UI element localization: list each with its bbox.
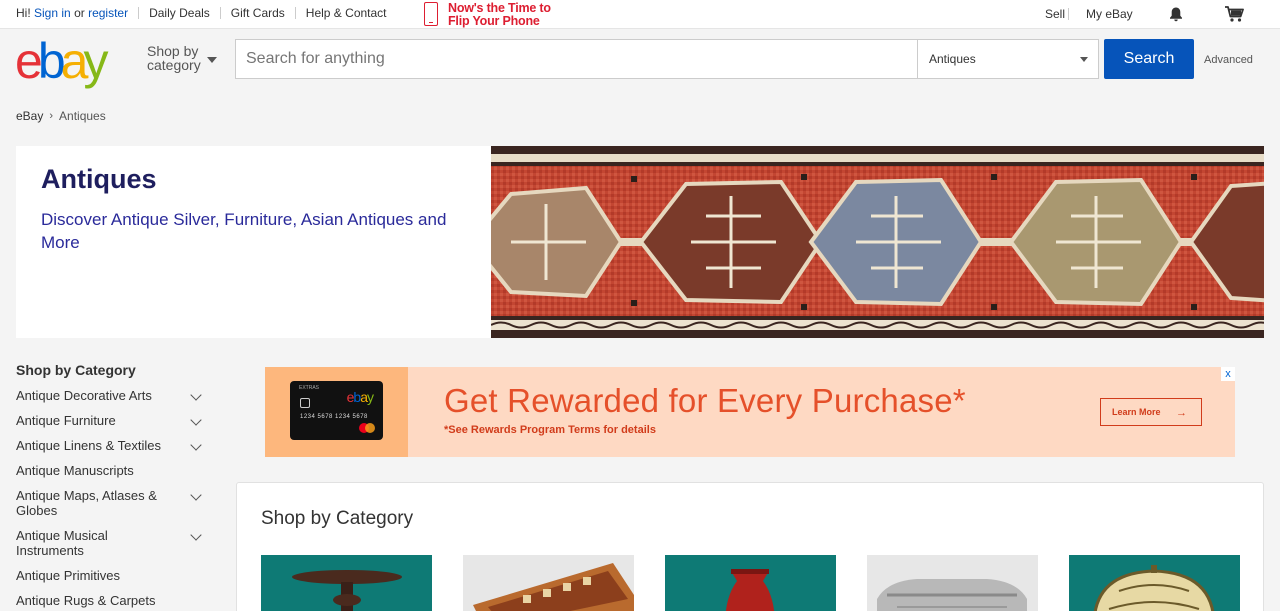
divider xyxy=(1068,8,1069,20)
page-title: Antiques xyxy=(41,164,157,194)
chevron-down-icon[interactable] xyxy=(190,439,202,451)
search-button[interactable]: Search xyxy=(1104,39,1194,79)
page-subtitle: Discover Antique Silver, Furniture, Asia… xyxy=(41,210,447,252)
header: ebay Shop by category Antiques Search Ad… xyxy=(0,28,1280,89)
sidebar-item-musical-instruments[interactable]: Antique Musical Instruments xyxy=(16,528,206,558)
chevron-down-icon[interactable] xyxy=(190,414,202,426)
advanced-search-link[interactable]: Advanced xyxy=(1204,54,1253,66)
category-tile-rugs-image[interactable] xyxy=(463,555,634,611)
sidebar-title: Shop by Category xyxy=(16,362,136,378)
shop-by-label-1: Shop by xyxy=(147,43,199,59)
shop-by-category-panel: Shop by Category xyxy=(236,482,1264,611)
ad-card-panel: EXTRAS ebay 1234 5678 1234 5678 xyxy=(265,367,408,457)
phone-icon xyxy=(424,2,438,26)
section-title: Shop by Category xyxy=(261,508,414,529)
cart-icon[interactable] xyxy=(1224,5,1244,23)
close-icon[interactable]: x xyxy=(1221,367,1235,381)
or-text: or xyxy=(74,6,85,20)
sell-link[interactable]: Sell xyxy=(1045,7,1065,21)
sidebar-item-label: Antique Primitives xyxy=(16,568,121,583)
top-bar-left: Hi! Sign in or register Daily Deals Gift… xyxy=(16,6,387,20)
learn-more-button[interactable]: Learn More → xyxy=(1100,398,1202,426)
sidebar-item-label: Antique Rugs & Carpets xyxy=(16,593,156,608)
help-contact-link[interactable]: Help & Contact xyxy=(306,6,387,20)
dropdown-caret-icon xyxy=(1080,57,1088,62)
mastercard-icon xyxy=(359,423,375,433)
learn-more-label: Learn More xyxy=(1112,407,1161,417)
arrow-right-icon: → xyxy=(1176,407,1187,419)
sidebar-item-label: Antique Maps, Atlases & Globes xyxy=(16,488,157,518)
chevron-down-icon[interactable] xyxy=(190,529,202,541)
sidebar-item-linens-textiles[interactable]: Antique Linens & Textiles xyxy=(16,438,206,453)
sidebar-item-rugs-carpets[interactable]: Antique Rugs & Carpets xyxy=(16,593,206,608)
divider xyxy=(294,7,296,19)
divider xyxy=(219,7,221,19)
chevron-down-icon[interactable] xyxy=(190,389,202,401)
greeting-text: Hi! xyxy=(16,6,31,20)
category-tile-furniture-image[interactable] xyxy=(261,555,432,611)
ad-terms[interactable]: *See Rewards Program Terms for details xyxy=(444,424,656,436)
card-number-text: 1234 5678 1234 5678 xyxy=(300,414,368,420)
sidebar-item-label: Antique Decorative Arts xyxy=(16,388,152,403)
category-tile-lamps-image[interactable] xyxy=(1069,555,1240,611)
sidebar-item-maps-atlases-globes[interactable]: Antique Maps, Atlases & Globes xyxy=(16,488,206,518)
sidebar-item-furniture[interactable]: Antique Furniture xyxy=(16,413,206,428)
breadcrumb: eBay › Antiques xyxy=(16,109,106,123)
sidebar-item-primitives[interactable]: Antique Primitives xyxy=(16,568,206,583)
flip-phone-promo[interactable]: Now's the Time to Flip Your Phone xyxy=(424,2,551,28)
antique-rug-image xyxy=(491,146,1264,338)
category-tile-asian-antiques-image[interactable] xyxy=(665,555,836,611)
shop-by-category-button[interactable]: Shop by category xyxy=(147,44,201,72)
ad-headline: Get Rewarded for Every Purchase* xyxy=(444,382,966,419)
gift-cards-link[interactable]: Gift Cards xyxy=(231,6,285,20)
card-extras-text: EXTRAS xyxy=(299,385,320,391)
category-tile-silver-image[interactable] xyxy=(867,555,1038,611)
category-selected-value: Antiques xyxy=(929,52,976,66)
sidebar-item-label: Antique Manuscripts xyxy=(16,463,134,478)
my-ebay-link[interactable]: My eBay xyxy=(1086,7,1133,21)
breadcrumb-chevron-icon: › xyxy=(49,110,54,122)
promo-text: Now's the Time to Flip Your Phone xyxy=(448,2,551,28)
card-ebay-logo: ebay xyxy=(346,389,374,405)
ebay-credit-card-image: EXTRAS ebay 1234 5678 1234 5678 xyxy=(290,381,383,440)
sidebar-item-manuscripts[interactable]: Antique Manuscripts xyxy=(16,463,206,478)
search-input[interactable] xyxy=(236,40,917,78)
register-link[interactable]: register xyxy=(88,6,128,20)
chevron-down-icon[interactable] xyxy=(207,57,217,63)
sidebar-item-label: Antique Linens & Textiles xyxy=(16,438,162,453)
divider xyxy=(138,7,140,19)
promo-line-2: Flip Your Phone xyxy=(448,14,540,28)
category-hero-banner: Antiques Discover Antique Silver, Furnit… xyxy=(16,146,1264,338)
sidebar-item-label: Antique Musical Instruments xyxy=(16,528,108,558)
chevron-down-icon[interactable] xyxy=(190,489,202,501)
breadcrumb-current: Antiques xyxy=(59,109,106,123)
sign-in-link[interactable]: Sign in xyxy=(34,6,71,20)
notification-bell-icon[interactable] xyxy=(1168,6,1184,22)
rewards-ad-banner[interactable]: EXTRAS ebay 1234 5678 1234 5678 Get Rewa… xyxy=(265,367,1235,457)
card-chip-icon xyxy=(300,398,310,408)
category-select[interactable]: Antiques xyxy=(917,40,1098,78)
breadcrumb-root[interactable]: eBay xyxy=(16,109,43,123)
shop-by-label-2: category xyxy=(147,57,201,73)
sidebar-item-label: Antique Furniture xyxy=(16,413,116,428)
daily-deals-link[interactable]: Daily Deals xyxy=(149,6,210,20)
top-bar: Hi! Sign in or register Daily Deals Gift… xyxy=(0,0,1280,28)
sidebar-item-decorative-arts[interactable]: Antique Decorative Arts xyxy=(16,388,202,403)
ebay-logo[interactable]: ebay xyxy=(15,33,108,89)
search-bar: Antiques xyxy=(235,39,1099,79)
